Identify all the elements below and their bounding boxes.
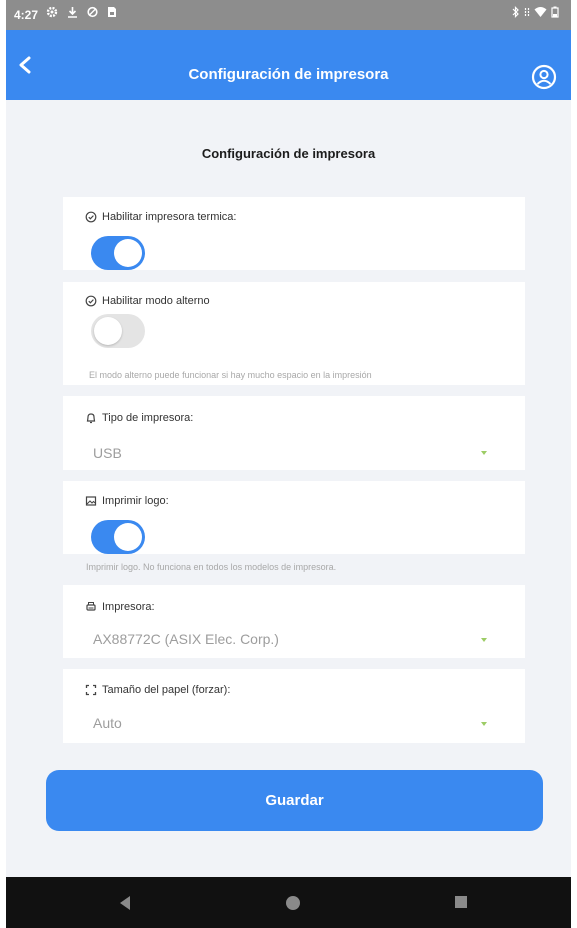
app-screen: 4:27 Configuración de impresora Configur…	[6, 0, 571, 928]
alternate-mode-toggle[interactable]	[91, 314, 145, 348]
thermal-printer-label: Habilitar impresora termica:	[102, 211, 237, 223]
alternate-mode-helper-text: El modo alterno puede funcionar si hay m…	[89, 370, 372, 380]
check-circle-icon	[85, 211, 97, 223]
user-account-icon[interactable]	[531, 64, 557, 90]
paper-size-label: Tamaño del papel (forzar):	[102, 684, 231, 696]
printer-type-card: Tipo de impresora: USB	[63, 396, 525, 470]
wifi-icon	[534, 7, 547, 17]
paper-size-icon	[85, 684, 97, 696]
settings-icon	[46, 6, 58, 18]
print-logo-toggle[interactable]	[91, 520, 145, 554]
print-logo-label: Imprimir logo:	[102, 495, 169, 507]
bluetooth-icon	[512, 6, 519, 18]
save-button[interactable]: Guardar	[46, 770, 543, 831]
print-logo-helper-text: Imprimir logo. No funciona en todos los …	[86, 562, 337, 572]
data-icon	[524, 8, 530, 16]
printer-label: Impresora:	[102, 601, 155, 613]
bell-icon	[86, 413, 96, 424]
printer-card: Impresora: AX88772C (ASIX Elec. Corp.)	[63, 585, 525, 658]
printer-select[interactable]: AX88772C (ASIX Elec. Corp.)	[93, 631, 279, 647]
nav-home-icon[interactable]	[285, 895, 301, 911]
printer-icon	[86, 602, 96, 611]
shield-icon	[87, 6, 98, 18]
check-circle-icon	[85, 295, 97, 307]
printer-dropdown-icon[interactable]	[481, 638, 487, 642]
app-bar: Configuración de impresora	[6, 30, 571, 100]
alternate-mode-label: Habilitar modo alterno	[102, 295, 210, 307]
printer-type-select[interactable]: USB	[93, 445, 122, 461]
download-icon	[68, 7, 77, 18]
status-time: 4:27	[14, 8, 39, 22]
image-icon	[85, 496, 97, 506]
page-title: Configuración de impresora	[188, 66, 389, 83]
toggle-knob	[114, 523, 142, 551]
alternate-mode-card: Habilitar modo alterno El modo alterno p…	[63, 282, 525, 385]
paper-size-dropdown-icon[interactable]	[481, 722, 487, 726]
thermal-printer-toggle[interactable]	[91, 236, 145, 270]
printer-type-label: Tipo de impresora:	[102, 412, 194, 424]
status-bar: 4:27	[6, 0, 571, 30]
paper-size-card: Tamaño del papel (forzar): Auto	[63, 669, 525, 743]
nav-back-icon[interactable]	[118, 895, 132, 911]
thermal-printer-card: Habilitar impresora termica:	[63, 197, 525, 270]
paper-size-select[interactable]: Auto	[93, 715, 122, 731]
battery-icon	[551, 6, 559, 18]
toggle-knob	[94, 317, 122, 345]
print-logo-card: Imprimir logo:	[63, 481, 525, 554]
section-title: Configuración de impresora	[201, 146, 376, 161]
nav-recents-icon[interactable]	[454, 895, 468, 909]
system-nav-bar	[6, 877, 571, 928]
toggle-knob	[114, 239, 142, 267]
sim-icon	[108, 7, 116, 17]
printer-type-dropdown-icon[interactable]	[481, 451, 487, 455]
